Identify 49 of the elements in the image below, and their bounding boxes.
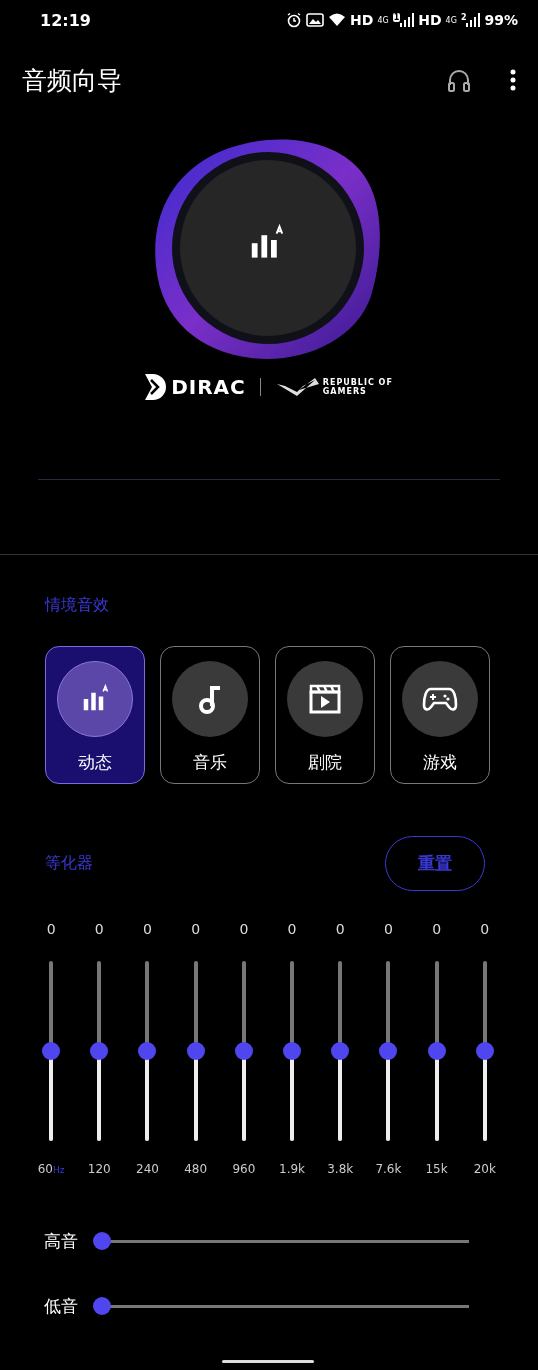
- band-gain-value: 0: [432, 921, 442, 939]
- frequency-label: 20k: [473, 1162, 496, 1176]
- frequency-label: 60 Hz: [37, 1162, 65, 1176]
- band-gain-value: 0: [480, 921, 490, 939]
- slider-label: 高音: [44, 1229, 79, 1253]
- battery-level: 99%: [484, 12, 518, 28]
- band-gain-value: 0: [143, 921, 152, 939]
- frequency-label: 120: [87, 1162, 111, 1176]
- clapperboard-icon: [308, 683, 342, 715]
- frequency-label: 960: [232, 1162, 256, 1176]
- frequency-label: 480: [184, 1162, 208, 1176]
- section-title: 情境音效: [43, 595, 110, 616]
- clock-time: 12:19: [40, 10, 91, 30]
- band-gain-value: 0: [287, 921, 297, 939]
- signal-icon: [400, 13, 415, 27]
- image-icon: [306, 12, 325, 28]
- app-title: 音频向导: [22, 64, 122, 97]
- sound-mode-card[interactable]: 游戏: [390, 646, 490, 784]
- gamepad-icon: [422, 685, 458, 713]
- frequency-label: 15k: [425, 1162, 448, 1176]
- dirac-logo-text: DIRAC: [171, 375, 246, 399]
- band-gain-value: 0: [383, 921, 393, 939]
- hd-indicator: HD: [418, 12, 442, 28]
- band-gain-value: 0: [191, 921, 201, 939]
- alarm-clock-icon: [286, 12, 303, 28]
- band-gain-value: 0: [335, 921, 345, 939]
- frequency-label: 240: [136, 1162, 159, 1176]
- band-gain-value: 0: [239, 921, 249, 939]
- sound-mode-card[interactable]: 剧院: [275, 646, 375, 784]
- band-gain-value: 0: [46, 921, 56, 939]
- dirac-logo-icon: [145, 374, 168, 400]
- band-gain-value: 0: [94, 921, 104, 939]
- sound-mode-card[interactable]: 动态: [45, 646, 145, 784]
- section-title: 等化器: [45, 853, 93, 874]
- frequency-label: 7.6k: [375, 1162, 402, 1176]
- network-type: 4G: [445, 15, 457, 25]
- sound-mode-card[interactable]: 音乐: [160, 646, 260, 784]
- headphones-button[interactable]: [446, 67, 472, 93]
- signal-icon: [466, 13, 481, 27]
- sim-number: 2: [460, 13, 467, 22]
- network-type: 4G: [377, 15, 389, 25]
- more-menu-button[interactable]: [510, 68, 516, 92]
- rog-logo-text: REPUBLIC OF GAMERS: [322, 378, 393, 396]
- slider-label: 低音: [44, 1294, 79, 1318]
- sim-number: 1: [392, 13, 401, 22]
- frequency-label: 3.8k: [327, 1162, 354, 1176]
- wifi-icon: [328, 12, 347, 28]
- frequency-label: 1.9k: [279, 1162, 306, 1176]
- hd-indicator: HD: [350, 12, 374, 28]
